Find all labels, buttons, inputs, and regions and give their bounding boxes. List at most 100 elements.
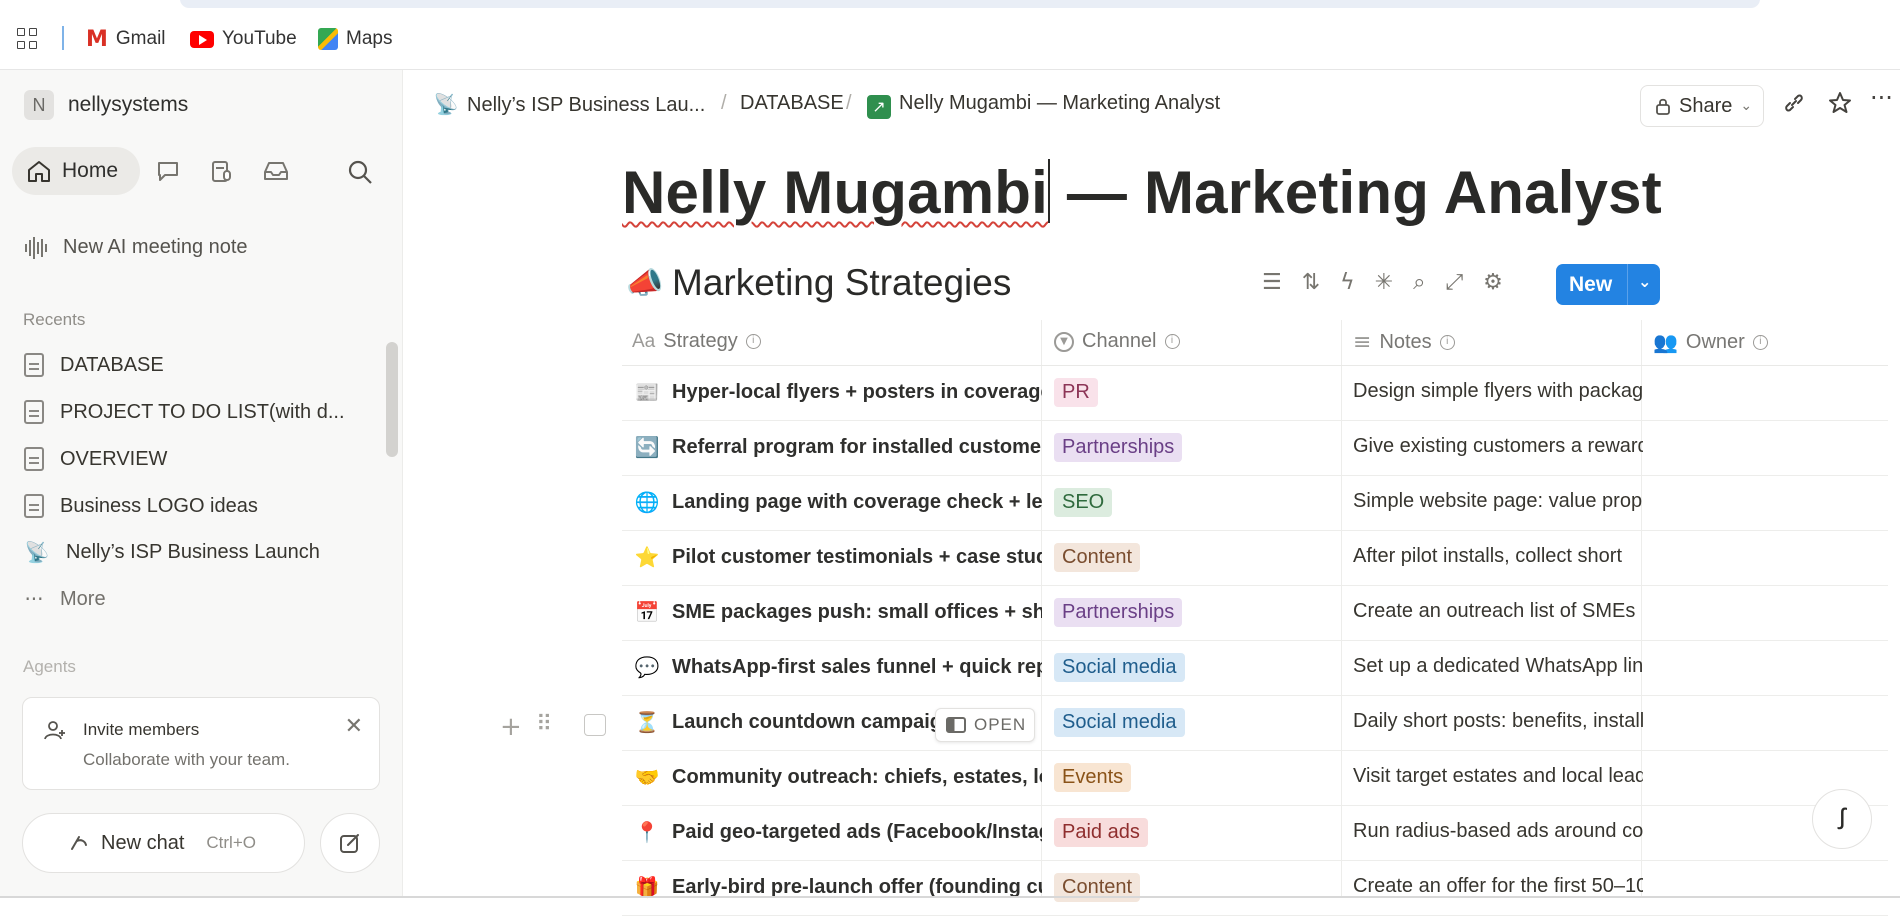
text-property-icon: Aa — [632, 330, 656, 352]
megaphone-icon: 📣 — [626, 265, 664, 301]
filter-icon[interactable]: ☰ — [1262, 270, 1282, 295]
channel-tag[interactable]: Events — [1054, 763, 1132, 792]
star-icon[interactable] — [1827, 90, 1853, 122]
close-icon[interactable]: ✕ — [345, 714, 363, 739]
expand-icon[interactable]: ⤢ — [1445, 270, 1463, 295]
table-row[interactable]: 📰 Hyper-local flyers + posters in coverag… — [622, 366, 1888, 421]
strategy-text: Referral program for installed customers — [672, 435, 1042, 458]
breadcrumb-current-page[interactable]: ↗ Nelly Mugambi — Marketing Analyst — [867, 92, 1220, 119]
compose-button[interactable] — [320, 813, 380, 873]
sort-icon[interactable]: ⇅ — [1302, 270, 1320, 295]
table-row[interactable]: 🤝 Community outreach: chiefs, estates, lo… — [622, 751, 1888, 806]
column-header-notes[interactable]: ≡ Notes i — [1353, 330, 1455, 355]
column-header-channel[interactable]: ▼ Channel i — [1054, 330, 1180, 353]
invite-members-card[interactable]: Invite members Collaborate with your tea… — [22, 697, 380, 790]
table-header: Aa Strategy i ▼ Channel i ≡ Notes i 👥 Ow… — [622, 320, 1888, 366]
new-record-button[interactable]: New ⌄ — [1556, 264, 1660, 305]
chevron-down-icon[interactable]: ⌄ — [1638, 272, 1651, 291]
channel-tag[interactable]: Partnerships — [1054, 433, 1183, 462]
strategy-cell[interactable]: 💬 WhatsApp-first sales funnel + quick rep… — [634, 655, 1042, 679]
recents-heading: Recents — [23, 310, 86, 329]
text-lines-icon: ≡ — [1353, 330, 1372, 355]
more-options-icon[interactable]: ··· — [1870, 84, 1893, 112]
table-row[interactable]: 💬 WhatsApp-first sales funnel + quick rep… — [622, 641, 1888, 696]
channel-tag[interactable]: SEO — [1054, 488, 1113, 517]
strategy-cell[interactable]: 📅 SME packages push: small offices + shop… — [634, 600, 1042, 624]
search-icon[interactable] — [347, 159, 373, 184]
table-row[interactable]: 🔄 Referral program for installed customer… — [622, 421, 1888, 476]
strategy-cell[interactable]: 🔄 Referral program for installed customer… — [634, 435, 1042, 459]
table-row[interactable]: ⭐ Pilot customer testimonials + case stud… — [622, 531, 1888, 586]
notes-cell[interactable]: Simple website page: value prop — [1353, 490, 1643, 513]
strategy-cell[interactable]: 📍 Paid geo-targeted ads (Facebook/Instagr… — [634, 820, 1042, 844]
recent-item-isp-launch[interactable]: 📡 Nelly’s ISP Business Launch — [24, 540, 369, 564]
notion-ai-help-button[interactable]: ꭍ — [1812, 789, 1872, 849]
inbox-icon[interactable] — [262, 159, 288, 183]
new-ai-meeting-note[interactable]: New AI meeting note — [25, 236, 248, 259]
row-emoji-icon: ⭐ — [634, 545, 660, 569]
breadcrumb-isp-launch[interactable]: 📡 Nelly’s ISP Business Lau... — [433, 92, 706, 117]
workspace-switcher[interactable]: N nellysystems — [24, 90, 188, 120]
sidebar-scrollbar[interactable] — [386, 342, 398, 457]
column-header-owner[interactable]: 👥 Owner i — [1653, 330, 1768, 354]
table-row[interactable]: 🎁 Early-bird pre-launch offer (founding c… — [622, 861, 1888, 916]
notes-cell[interactable]: Visit target estates and local leaders — [1353, 765, 1643, 788]
link-icon[interactable] — [1781, 90, 1807, 122]
notes-cell[interactable]: Design simple flyers with packages — [1353, 380, 1643, 403]
notes-cell[interactable]: Set up a dedicated WhatsApp line — [1353, 655, 1643, 678]
bookmark-label: Maps — [346, 28, 393, 49]
notes-cell[interactable]: After pilot installs, collect short — [1353, 545, 1643, 568]
row-emoji-icon: 📅 — [634, 600, 660, 624]
apps-grid-icon[interactable] — [17, 28, 39, 50]
strategy-cell[interactable]: 🤝 Community outreach: chiefs, estates, lo… — [634, 765, 1042, 789]
drag-handle-icon[interactable]: ⠿ — [536, 712, 552, 737]
automation-icon[interactable]: ϟ — [1340, 270, 1355, 295]
column-header-strategy[interactable]: Aa Strategy i — [632, 330, 761, 353]
workspace-name: nellysystems — [68, 93, 189, 116]
ai-sparkle-icon[interactable]: ✳ — [1375, 270, 1393, 295]
table-row[interactable]: 🌐 Landing page with coverage check + lead… — [622, 476, 1888, 531]
settings-sliders-icon[interactable]: ⚙ — [1483, 270, 1503, 295]
address-bar[interactable] — [180, 0, 1760, 8]
bookmark-maps[interactable]: Maps — [318, 26, 392, 52]
recent-item-logo-ideas[interactable]: Business LOGO ideas — [24, 494, 369, 518]
channel-tag[interactable]: Social media — [1054, 708, 1185, 737]
channel-tag[interactable]: Content — [1054, 543, 1141, 572]
new-chat-button[interactable]: New chat Ctrl+O — [22, 813, 305, 873]
notes-cell[interactable]: Daily short posts: benefits, install — [1353, 710, 1643, 733]
page-title[interactable]: Nelly Mugambi — Marketing Analyst — [622, 158, 1662, 227]
breadcrumb-database[interactable]: DATABASE — [740, 92, 844, 115]
add-row-icon[interactable]: + — [500, 712, 522, 742]
strategy-cell[interactable]: 🌐 Landing page with coverage check + lead… — [634, 490, 1042, 514]
chat-bubble-icon[interactable] — [155, 159, 181, 183]
notes-cell[interactable]: Create an outreach list of SMEs — [1353, 600, 1643, 623]
sidebar-more[interactable]: ··· More — [24, 587, 369, 611]
recent-item-overview[interactable]: OVERVIEW — [24, 447, 369, 471]
strategy-cell[interactable]: ⭐ Pilot customer testimonials + case stud… — [634, 545, 1042, 569]
channel-tag[interactable]: Social media — [1054, 653, 1185, 682]
table-row[interactable]: 📅 SME packages push: small offices + shop… — [622, 586, 1888, 641]
meeting-notes-icon[interactable] — [209, 159, 235, 183]
new-label: New — [1569, 273, 1613, 296]
strategy-cell[interactable]: 📰 Hyper-local flyers + posters in coverag… — [634, 380, 1042, 404]
channel-tag[interactable]: PR — [1054, 378, 1098, 407]
bookmark-gmail[interactable]: M Gmail — [86, 26, 166, 52]
notes-cell[interactable]: Run radius-based ads around coverage — [1353, 820, 1643, 843]
notes-cell[interactable]: Create an offer for the first 50–100 — [1353, 875, 1643, 898]
open-row-button[interactable]: OPEN — [935, 708, 1035, 742]
recent-item-database[interactable]: DATABASE — [24, 353, 369, 377]
search-icon[interactable]: ⌕ — [1413, 270, 1425, 295]
share-button[interactable]: Share ⌄ — [1640, 85, 1764, 127]
home-button[interactable]: Home — [12, 147, 140, 195]
notes-cell[interactable]: Give existing customers a reward — [1353, 435, 1643, 458]
channel-tag[interactable]: Partnerships — [1054, 598, 1183, 627]
row-checkbox[interactable] — [584, 714, 606, 736]
channel-tag[interactable]: Paid ads — [1054, 818, 1148, 847]
table-row[interactable]: ⏳ Launch countdown campaign Social media Da… — [622, 696, 1888, 751]
recent-item-project-to-do[interactable]: PROJECT TO DO LIST(with d... — [24, 400, 369, 424]
satellite-icon: 📡 — [24, 540, 50, 564]
table-row[interactable]: 📍 Paid geo-targeted ads (Facebook/Instagr… — [622, 806, 1888, 861]
bookmark-youtube[interactable]: YouTube — [190, 26, 297, 52]
page-icon — [24, 447, 44, 471]
database-title[interactable]: 📣 Marketing Strategies — [626, 262, 1011, 304]
